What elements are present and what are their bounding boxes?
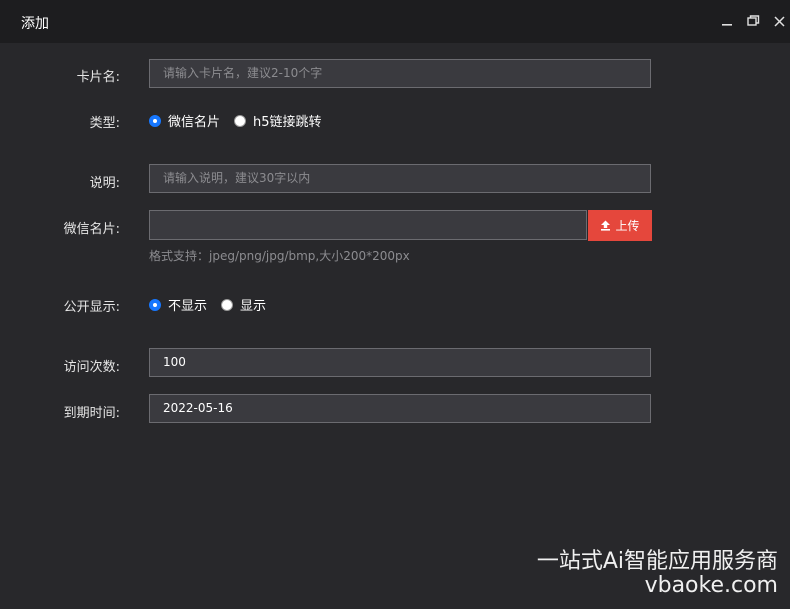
- upload-button-label: 上传: [615, 219, 640, 233]
- window-title: 添加: [21, 16, 49, 32]
- close-icon[interactable]: [770, 12, 788, 30]
- radio-label: h5链接跳转: [253, 115, 322, 130]
- upload-button[interactable]: 上传: [588, 210, 652, 241]
- wechat-card-label: 微信名片:: [63, 222, 120, 237]
- public-display-label: 公开显示:: [63, 300, 120, 315]
- radio-checked-icon: [149, 114, 161, 127]
- type-option-wechat[interactable]: 微信名片: [149, 111, 220, 130]
- radio-checked-icon: [149, 298, 161, 311]
- public-option-hide[interactable]: 不显示: [149, 295, 207, 314]
- minimize-icon[interactable]: [718, 12, 736, 30]
- visit-count-input[interactable]: 100: [149, 348, 651, 377]
- card-name-label: 卡片名:: [76, 70, 120, 85]
- radio-label: 微信名片: [168, 115, 221, 130]
- radio-label: 显示: [240, 299, 267, 314]
- description-label: 说明:: [89, 176, 120, 191]
- expiry-date-input[interactable]: 2022-05-16: [149, 394, 651, 423]
- type-label: 类型:: [89, 116, 120, 131]
- radio-unchecked-icon: [221, 298, 234, 311]
- description-input[interactable]: 请输入说明，建议30字以内: [149, 164, 651, 193]
- public-option-show[interactable]: 显示: [221, 295, 266, 314]
- expiry-date-label: 到期时间:: [63, 406, 120, 421]
- radio-label: 不显示: [168, 299, 208, 314]
- watermark-slogan: 一站式Ai智能应用服务商: [536, 549, 778, 574]
- type-radio-group: 微信名片 h5链接跳转: [149, 111, 336, 130]
- public-display-radio-group: 不显示 显示: [149, 295, 280, 314]
- wechat-card-file-field[interactable]: [149, 210, 587, 240]
- radio-unchecked-icon: [234, 114, 247, 127]
- upload-icon: [601, 220, 611, 231]
- type-option-h5[interactable]: h5链接跳转: [234, 111, 322, 130]
- window-titlebar: 添加: [0, 0, 790, 43]
- visit-count-label: 访问次数:: [63, 360, 120, 375]
- upload-format-hint: 格式支持：jpeg/png/jpg/bmp,大小200*200px: [149, 249, 410, 263]
- restore-icon[interactable]: [744, 12, 762, 30]
- card-name-input[interactable]: 请输入卡片名，建议2-10个字: [149, 59, 651, 88]
- watermark-domain: vbaoke.com: [644, 573, 778, 598]
